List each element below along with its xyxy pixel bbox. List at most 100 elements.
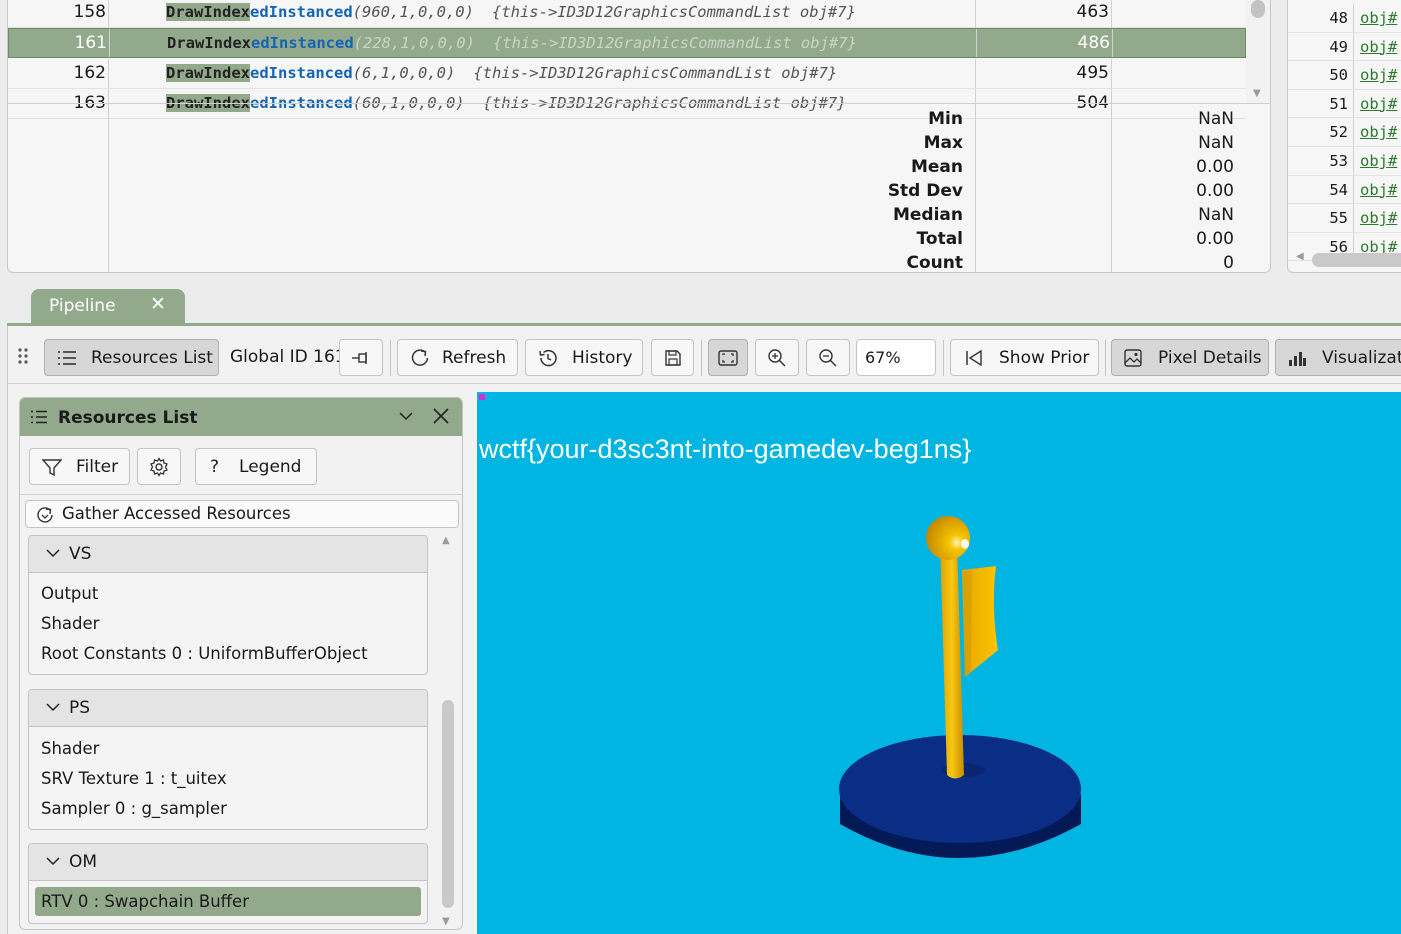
history-button[interactable]: History — [525, 339, 643, 376]
object-link[interactable]: obj# — [1360, 38, 1397, 56]
object-index: 48 — [1329, 9, 1348, 27]
object-link[interactable]: obj# — [1360, 95, 1397, 113]
resource-item[interactable]: Sampler 0 : g_sampler — [29, 794, 427, 824]
show-prior-label: Show Prior — [999, 347, 1090, 368]
stat-row: Mean 0.00 — [8, 154, 1270, 178]
object-link[interactable]: obj# — [1360, 66, 1397, 84]
show-prior-button[interactable]: Show Prior — [950, 339, 1099, 376]
history-icon — [539, 349, 557, 366]
zoom-out-button[interactable] — [806, 339, 850, 376]
fit-to-view-button[interactable] — [708, 339, 748, 376]
chevron-down-icon[interactable] — [398, 410, 414, 422]
object-link[interactable]: obj# — [1360, 123, 1397, 141]
object-row[interactable]: 53 obj# — [1288, 147, 1401, 176]
resource-item[interactable]: SRV Texture 1 : t_uitex — [29, 764, 427, 794]
event-name-rest: edInstanced — [250, 3, 353, 21]
pixel-details-label: Pixel Details — [1158, 347, 1262, 368]
refresh-button[interactable]: Refresh — [397, 339, 518, 376]
stat-label: Count — [906, 253, 964, 273]
stage-header-om[interactable]: OM — [29, 844, 427, 881]
scroll-down-arrow-icon[interactable]: ▼ — [442, 916, 450, 927]
event-row[interactable]: 162 DrawIndexedInstanced(6,1,0,0,0) {this-… — [8, 59, 1246, 89]
question-icon: ? — [210, 456, 220, 477]
scrollbar-thumb[interactable] — [442, 700, 454, 908]
object-link[interactable]: obj# — [1360, 209, 1397, 227]
stat-row: Max NaN — [8, 130, 1270, 154]
event-row-selected[interactable]: 161 DrawIndexedInstanced(228,1,0,0,0) {thi… — [8, 28, 1246, 58]
zoom-in-icon — [768, 348, 786, 367]
object-link[interactable]: obj# — [1360, 181, 1397, 199]
stage-header-ps[interactable]: PS — [29, 690, 427, 727]
event-value: 486 — [1077, 33, 1110, 53]
object-list-hscrollbar[interactable]: ◀ — [1288, 248, 1401, 272]
object-index: 54 — [1329, 180, 1348, 199]
resources-panel-header: Resources List — [20, 398, 462, 436]
gather-accessed-resources-button[interactable]: Gather Accessed Resources — [25, 500, 459, 528]
object-row[interactable]: 51 obj# — [1288, 89, 1401, 119]
history-label: History — [572, 347, 633, 368]
scroll-up-arrow-icon[interactable]: ▲ — [442, 535, 450, 546]
tab-pipeline[interactable]: Pipeline ✕ — [31, 289, 185, 324]
resource-item[interactable]: Shader — [29, 734, 427, 764]
drag-grip-icon[interactable] — [18, 348, 28, 364]
stat-label: Total — [916, 229, 963, 249]
event-context: {this->ID3D12GraphicsCommandList obj#7} — [492, 34, 857, 52]
scroll-left-arrow-icon[interactable]: ◀ — [1296, 251, 1304, 262]
scrollbar-thumb[interactable] — [1251, 0, 1265, 18]
object-row[interactable]: 55 obj# — [1288, 204, 1401, 233]
close-icon[interactable] — [432, 407, 450, 425]
visualization-button[interactable]: Visualizati — [1275, 339, 1401, 376]
event-call: DrawIndexedInstanced(228,1,0,0,0) {this->… — [167, 34, 857, 52]
stat-value: NaN — [1198, 205, 1234, 225]
resources-list-panel: Resources List Filter ? Legend Gather Ac… — [19, 397, 463, 930]
event-call: DrawIndexedInstanced(960,1,0,0,0) {this->… — [166, 3, 856, 21]
object-row[interactable]: 52 obj# — [1288, 118, 1401, 147]
event-context: {this->ID3D12GraphicsCommandList obj#7} — [473, 64, 838, 82]
event-list-scrollbar[interactable]: ▼ — [1246, 0, 1270, 103]
object-row[interactable]: 48 obj# — [1288, 4, 1401, 33]
stat-row: Median NaN — [8, 202, 1270, 226]
stat-label: Median — [892, 205, 963, 225]
event-args: (228,1,0,0,0) — [353, 34, 475, 52]
gather-label: Gather Accessed Resources — [62, 504, 291, 523]
stage-group-om: OM RTV 0 : Swapchain Buffer — [28, 843, 428, 924]
filter-button[interactable]: Filter — [29, 448, 130, 485]
resources-scrollbar[interactable]: ▲ ▼ — [439, 535, 457, 927]
list-icon — [31, 410, 47, 424]
resource-item[interactable]: Shader — [29, 609, 427, 639]
object-row[interactable]: 54 obj# — [1288, 175, 1401, 205]
scrollbar-thumb[interactable] — [1312, 253, 1401, 267]
visualization-label: Visualizati — [1322, 347, 1401, 368]
settings-button[interactable] — [137, 448, 181, 485]
close-tab-icon[interactable]: ✕ — [150, 293, 166, 315]
pixel-details-button[interactable]: Pixel Details — [1111, 339, 1269, 376]
event-row[interactable]: 158 DrawIndexedInstanced(960,1,0,0,0) {thi… — [8, 0, 1246, 28]
gear-icon — [150, 456, 168, 477]
resources-panel-title: Resources List — [58, 408, 198, 428]
pin-button[interactable] — [339, 339, 383, 376]
render-target-viewport[interactable]: wctf{your-d3sc3nt-into-gamedev-beg1ns} — [477, 392, 1401, 934]
legend-button[interactable]: ? Legend — [195, 448, 317, 485]
event-value: 463 — [1076, 2, 1109, 22]
resource-item[interactable]: Root Constants 0 : UniformBufferObject — [29, 639, 427, 669]
object-row[interactable]: 50 obj# — [1288, 61, 1401, 90]
object-row[interactable]: 49 obj# — [1288, 32, 1401, 62]
object-link[interactable]: obj# — [1360, 9, 1397, 27]
event-context: {this->ID3D12GraphicsCommandList obj#7} — [491, 3, 856, 21]
resources-list-toggle-button[interactable]: Resources List — [44, 339, 219, 376]
object-index: 53 — [1329, 152, 1348, 170]
stat-label: Max — [923, 133, 963, 153]
resource-item[interactable]: Output — [29, 579, 427, 609]
save-button[interactable] — [651, 339, 694, 376]
chevron-down-icon — [46, 857, 60, 866]
filter-icon — [42, 458, 62, 476]
stage-title: VS — [69, 544, 92, 564]
fit-view-icon — [718, 349, 738, 366]
zoom-in-button[interactable] — [755, 339, 799, 376]
object-link[interactable]: obj# — [1360, 152, 1397, 170]
skip-back-icon — [966, 349, 982, 366]
stage-header-vs[interactable]: VS — [29, 536, 427, 573]
zoom-level-input[interactable]: 67% — [856, 339, 936, 376]
scroll-down-arrow-icon[interactable]: ▼ — [1253, 88, 1261, 99]
resource-item-selected[interactable]: RTV 0 : Swapchain Buffer — [35, 887, 421, 916]
